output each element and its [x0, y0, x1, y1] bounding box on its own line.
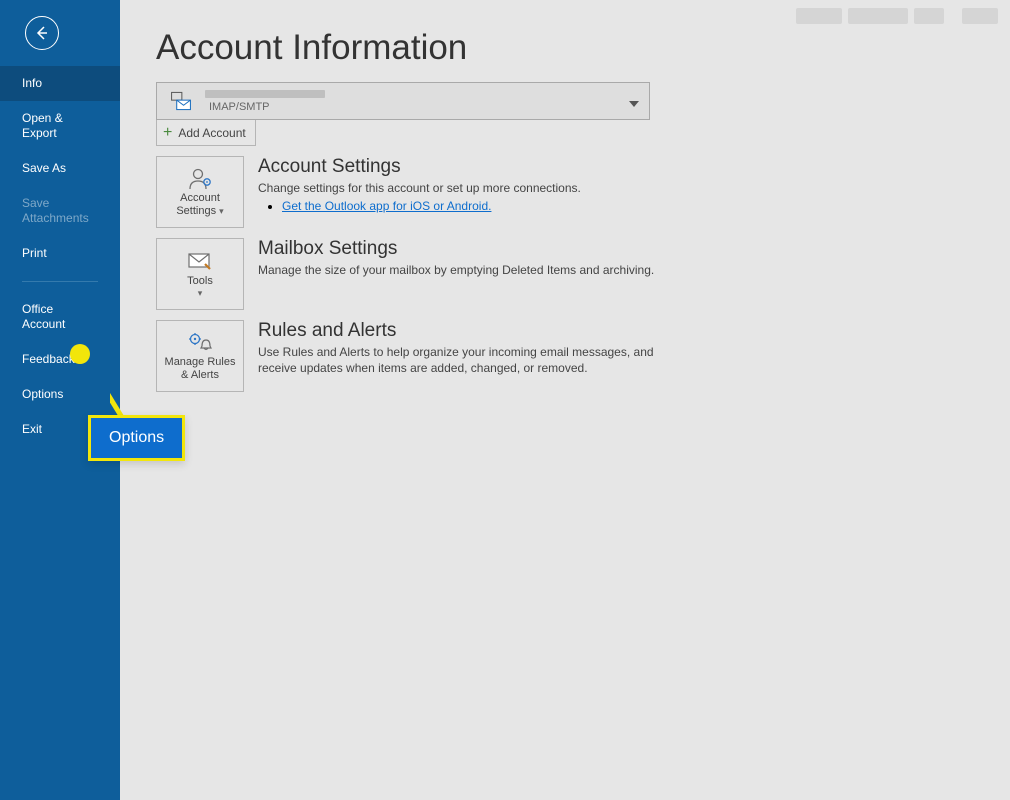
- chevron-down-icon: ▾: [198, 288, 203, 298]
- sidebar-label: Save Attachments: [22, 196, 89, 225]
- section-desc: Change settings for this account or set …: [258, 180, 581, 196]
- section-mailbox-settings: Tools ▾ Mailbox Settings Manage the size…: [156, 238, 974, 310]
- account-dropdown[interactable]: IMAP/SMTP: [156, 82, 650, 120]
- window-controls: [796, 8, 998, 24]
- rules-bell-icon: [187, 331, 213, 353]
- plus-icon: +: [163, 124, 172, 142]
- sidebar-label: Feedback: [22, 352, 75, 366]
- outlook-app-link[interactable]: Get the Outlook app for iOS or Android.: [282, 199, 491, 213]
- chevron-down-icon: ▾: [219, 206, 224, 216]
- callout: Options: [88, 415, 185, 461]
- main-content: Account Information IMAP/SMTP + Add Acco…: [120, 0, 1010, 800]
- callout-label: Options: [88, 415, 185, 461]
- account-email-redacted: [205, 90, 325, 98]
- chevron-down-icon: [629, 96, 639, 114]
- sidebar-item-save-as[interactable]: Save As: [0, 151, 120, 186]
- back-button[interactable]: [0, 0, 120, 66]
- section-rules-alerts: Manage Rules & Alerts Rules and Alerts U…: [156, 320, 974, 392]
- add-account-button[interactable]: + Add Account: [156, 119, 256, 146]
- back-arrow-icon: [25, 16, 59, 50]
- sidebar-item-office-account[interactable]: Office Account: [0, 292, 120, 342]
- section-account-settings: Account Settings ▾ Account Settings Chan…: [156, 156, 974, 228]
- window-chip: [962, 8, 998, 24]
- sidebar-item-feedback[interactable]: Feedback: [0, 342, 120, 377]
- sidebar-label: Options: [22, 387, 63, 401]
- callout-highlight-dot: [70, 344, 90, 364]
- section-title: Account Settings: [258, 156, 581, 178]
- section-title: Mailbox Settings: [258, 238, 654, 260]
- account-settings-tile[interactable]: Account Settings ▾: [156, 156, 244, 228]
- window-chip: [914, 8, 944, 24]
- tools-tile[interactable]: Tools ▾: [156, 238, 244, 310]
- person-gear-icon: [187, 167, 213, 189]
- account-text: IMAP/SMTP: [201, 89, 325, 113]
- window-chip: [796, 8, 842, 24]
- section-desc: Use Rules and Alerts to help organize yo…: [258, 344, 678, 376]
- section-title: Rules and Alerts: [258, 320, 678, 342]
- sidebar-label: Exit: [22, 422, 42, 436]
- account-icon: [167, 87, 195, 115]
- page-title: Account Information: [156, 28, 974, 68]
- backstage-sidebar: Info Open & Export Save As Save Attachme…: [0, 0, 120, 800]
- tile-label: Account Settings ▾: [176, 192, 223, 217]
- window-chip: [848, 8, 908, 24]
- mailbox-tools-icon: [187, 250, 213, 272]
- sidebar-label: Info: [22, 76, 42, 90]
- account-type: IMAP/SMTP: [209, 101, 325, 113]
- section-desc: Manage the size of your mailbox by empty…: [258, 262, 654, 278]
- sidebar-item-open-export[interactable]: Open & Export: [0, 101, 120, 151]
- manage-rules-tile[interactable]: Manage Rules & Alerts: [156, 320, 244, 392]
- tile-label: Manage Rules & Alerts: [165, 356, 236, 381]
- tile-label: Tools ▾: [187, 275, 213, 298]
- sidebar-label: Open & Export: [22, 111, 63, 140]
- sidebar-label: Office Account: [22, 302, 65, 331]
- sidebar-item-save-attachments: Save Attachments: [0, 186, 120, 236]
- sidebar-divider: [22, 281, 98, 282]
- sidebar-item-print[interactable]: Print: [0, 236, 120, 271]
- sidebar-label: Print: [22, 246, 47, 260]
- sidebar-item-info[interactable]: Info: [0, 66, 120, 101]
- sidebar-item-options[interactable]: Options: [0, 377, 120, 412]
- add-account-label: Add Account: [178, 126, 245, 140]
- sidebar-label: Save As: [22, 161, 66, 175]
